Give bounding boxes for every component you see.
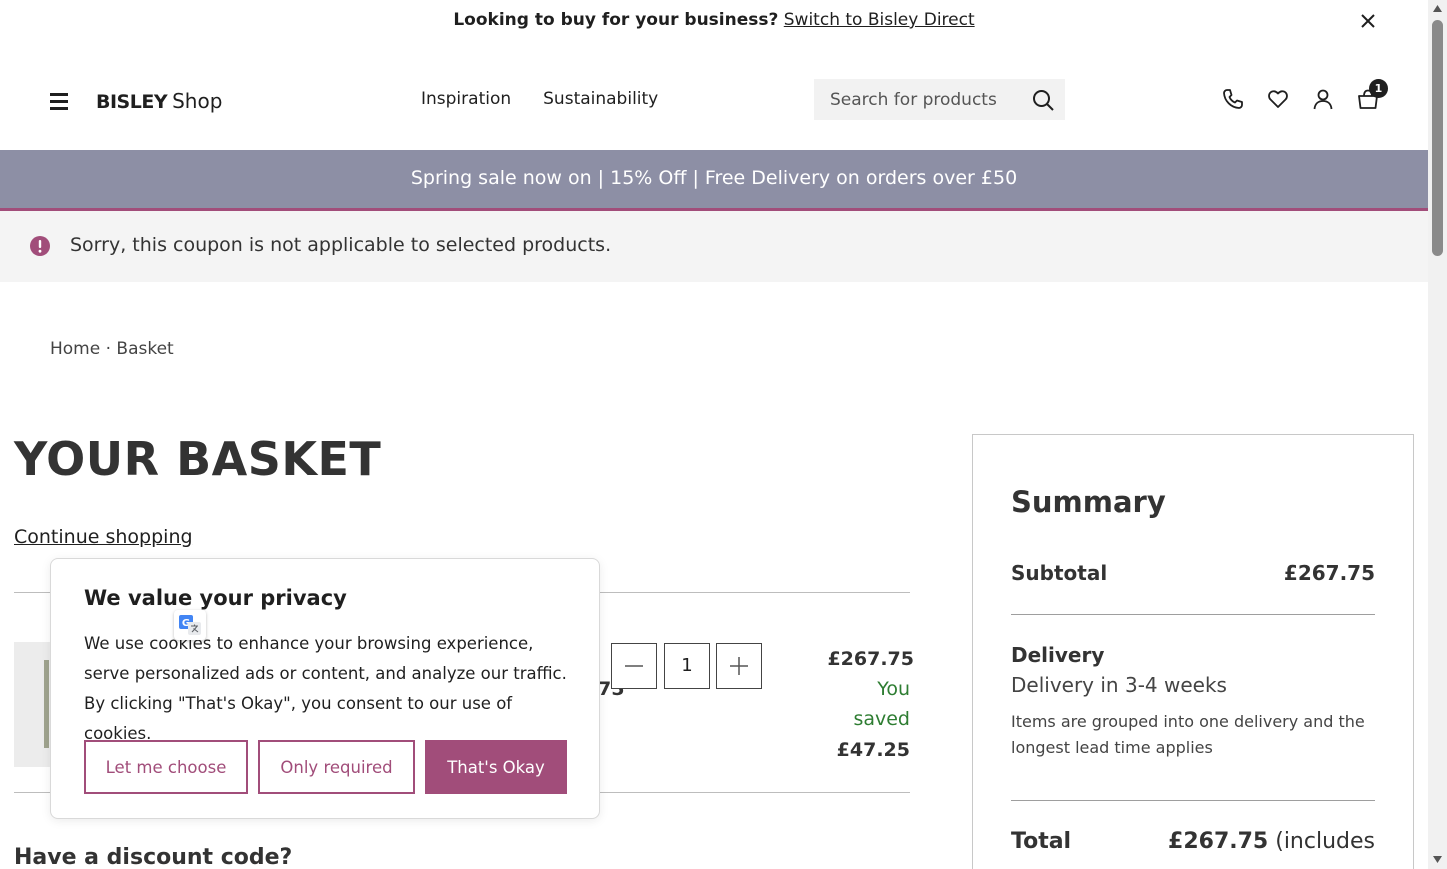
close-icon[interactable] <box>1357 10 1379 32</box>
delivery-label: Delivery <box>1011 643 1105 667</box>
logo-brand: BISLEY <box>96 91 168 113</box>
discount-code-heading[interactable]: Have a discount code? <box>14 845 292 869</box>
delivery-note: Items are grouped into one delivery and … <box>1011 712 1365 757</box>
page-scrollbar[interactable] <box>1428 0 1447 869</box>
heart-icon[interactable] <box>1266 87 1290 111</box>
decrease-quantity-button[interactable] <box>611 643 657 689</box>
breadcrumb-separator: · <box>100 339 117 359</box>
total-suffix: (includes <box>1275 829 1375 854</box>
breadcrumb-home[interactable]: Home <box>50 339 100 359</box>
summary-divider <box>1011 614 1375 615</box>
saved-label-line1: You <box>877 678 910 700</box>
business-banner: Looking to buy for your business? Switch… <box>0 0 1428 42</box>
search-box <box>814 79 1065 120</box>
thats-okay-button[interactable]: That's Okay <box>425 740 567 794</box>
business-question: Looking to buy for your business? <box>453 10 779 30</box>
summary-divider <box>1011 800 1375 801</box>
logo-shop: Shop <box>172 89 223 113</box>
total-row: Total £267.75 (includes <box>1011 829 1375 854</box>
continue-shopping-link[interactable]: Continue shopping <box>14 526 193 548</box>
increase-quantity-button[interactable] <box>716 643 762 689</box>
alert-icon <box>30 236 50 256</box>
site-header: BISLEY Shop Inspiration Sustainability S… <box>0 58 1428 142</box>
business-banner-text: Looking to buy for your business? Switch… <box>0 10 1428 30</box>
subtotal-label: Subtotal <box>1011 561 1108 585</box>
subtotal-row: Subtotal £267.75 <box>1011 561 1375 585</box>
cookie-title: We value your privacy <box>84 586 347 610</box>
saved-amount: £47.25 <box>836 739 910 761</box>
basket-count-badge: 1 <box>1369 79 1388 98</box>
scroll-up-icon[interactable] <box>1432 4 1443 13</box>
coupon-alert: Sorry, this coupon is not applicable to … <box>0 211 1428 282</box>
user-icon[interactable] <box>1311 87 1335 111</box>
scrollbar-thumb[interactable] <box>1432 20 1443 256</box>
summary-title: Summary <box>1011 485 1166 519</box>
search-input[interactable] <box>814 79 1024 120</box>
subtotal-value: £267.75 <box>1283 561 1375 585</box>
logo[interactable]: BISLEY Shop <box>96 89 222 113</box>
quantity-field[interactable]: 1 <box>664 643 710 689</box>
page-title: YOUR BASKET <box>14 432 382 486</box>
breadcrumb-current: Basket <box>116 339 174 359</box>
menu-icon[interactable] <box>50 93 68 110</box>
saved-label-line2: saved <box>853 708 910 730</box>
line-price: £267.75 <box>827 648 914 670</box>
phone-icon[interactable] <box>1221 87 1245 111</box>
delivery-time: Delivery in 3-4 weeks <box>1011 673 1227 697</box>
scroll-down-icon[interactable] <box>1432 855 1443 864</box>
cookie-consent-dialog: We value your privacy We use cookies to … <box>50 558 600 819</box>
total-label: Total <box>1011 829 1072 854</box>
cookie-body: We use cookies to enhance your browsing … <box>84 634 567 743</box>
plus-icon <box>730 657 748 675</box>
alert-message: Sorry, this coupon is not applicable to … <box>70 234 612 256</box>
product-image-detail <box>44 660 49 748</box>
translate-icon[interactable]: G <box>174 610 206 640</box>
breadcrumb: Home · Basket <box>50 339 174 359</box>
order-summary: Summary Subtotal £267.75 Delivery Delive… <box>972 434 1414 869</box>
minus-icon <box>625 665 643 667</box>
promo-banner: Spring sale now on | 15% Off | Free Deli… <box>0 150 1428 208</box>
switch-to-direct-link[interactable]: Switch to Bisley Direct <box>784 10 975 30</box>
main-nav: Inspiration Sustainability <box>421 89 658 109</box>
let-me-choose-button[interactable]: Let me choose <box>84 740 248 794</box>
nav-inspiration[interactable]: Inspiration <box>421 89 511 109</box>
nav-sustainability[interactable]: Sustainability <box>543 89 658 109</box>
total-value: £267.75 <box>1168 829 1269 854</box>
search-icon[interactable] <box>1031 88 1055 112</box>
only-required-button[interactable]: Only required <box>258 740 415 794</box>
page: Looking to buy for your business? Switch… <box>0 0 1428 869</box>
